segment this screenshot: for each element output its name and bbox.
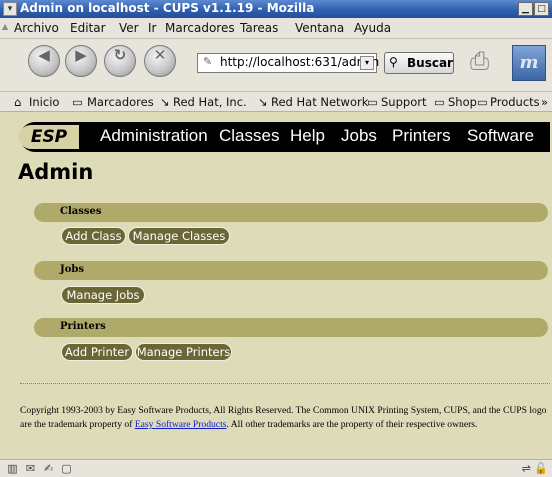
search-button[interactable]: ⚲ Buscar <box>384 52 454 74</box>
copyright-footer: Copyright 1993-2003 by Easy Software Pro… <box>20 404 550 432</box>
chat-icon[interactable]: ▢ <box>60 462 73 475</box>
bookmark-shop[interactable]: Shop <box>448 95 477 109</box>
menu-ventana[interactable]: Ventana <box>295 21 344 35</box>
menu-tareas[interactable]: Tareas <box>240 21 278 35</box>
browser-window: ▾ Admin on localhost - CUPS v1.1.19 - Mo… <box>0 0 552 477</box>
window-title: Admin on localhost - CUPS v1.1.19 - Mozi… <box>20 1 315 15</box>
reload-icon: ↻ <box>113 46 127 64</box>
search-label: Buscar <box>407 56 453 70</box>
manage-jobs-button[interactable]: Manage Jobs <box>61 286 145 304</box>
footer-text-end: . All other trademarks are the property … <box>226 419 478 430</box>
back-arrow-icon: ◀ <box>38 46 50 64</box>
composer-icon[interactable]: ✍ <box>42 462 55 475</box>
menu-bar: ▲ Archivo Editar Ver Ir Marcadores Tarea… <box>0 18 552 39</box>
cups-top-nav: ESP Administration Classes Help Jobs Pri… <box>19 122 550 152</box>
mail-icon[interactable]: ✉ <box>24 462 37 475</box>
menu-ir[interactable]: Ir <box>148 21 156 35</box>
url-text: http://localhost:631/admin <box>220 55 380 69</box>
bookmark-redhat-inc[interactable]: Red Hat, Inc. <box>173 95 247 109</box>
esp-logo[interactable]: ESP <box>19 125 79 149</box>
reload-button[interactable]: ↻ <box>104 45 136 77</box>
mozilla-logo-icon[interactable]: m <box>512 45 546 81</box>
section-header-classes: Classes <box>34 203 548 222</box>
window-menu-icon[interactable]: ▾ <box>3 2 17 16</box>
bookmark-support[interactable]: Support <box>381 95 426 109</box>
manage-printers-button[interactable]: Manage Printers <box>135 343 232 361</box>
nav-jobs[interactable]: Jobs <box>341 126 377 146</box>
nav-printers[interactable]: Printers <box>392 126 451 146</box>
forward-button[interactable]: ▶ <box>65 45 97 77</box>
maximize-icon[interactable]: □ <box>534 2 549 16</box>
nav-help[interactable]: Help <box>290 126 325 146</box>
folder-icon: ▭ <box>367 95 378 109</box>
stop-icon: ✕ <box>153 46 167 64</box>
link-icon: ↘ <box>258 95 268 109</box>
url-field[interactable]: ✎ http://localhost:631/admin ▾ <box>197 53 380 73</box>
menu-ver[interactable]: Ver <box>119 21 139 35</box>
nav-administration[interactable]: Administration <box>100 126 208 146</box>
folder-icon: ▭ <box>72 95 83 109</box>
title-bar: ▾ Admin on localhost - CUPS v1.1.19 - Mo… <box>0 0 552 18</box>
status-bar: ▥ ✉ ✍ ▢ ⇌ 🔓 <box>0 459 552 477</box>
print-icon[interactable]: ⎙ <box>470 47 504 75</box>
add-printer-button[interactable]: Add Printer <box>61 343 133 361</box>
link-icon: ↘ <box>160 95 170 109</box>
folder-icon: ▭ <box>477 95 488 109</box>
menu-editar[interactable]: Editar <box>70 21 106 35</box>
nav-classes[interactable]: Classes <box>219 126 279 146</box>
section-header-printers: Printers <box>34 318 548 337</box>
section-header-jobs: Jobs <box>34 261 548 280</box>
menu-marcadores[interactable]: Marcadores <box>165 21 235 35</box>
divider <box>20 383 550 384</box>
page-title: Admin <box>18 160 94 184</box>
menu-ayuda[interactable]: Ayuda <box>354 21 391 35</box>
add-class-button[interactable]: Add Class <box>61 227 126 245</box>
section-title: Jobs <box>60 264 85 275</box>
folder-icon: ▭ <box>434 95 445 109</box>
menubar-grip-icon[interactable]: ▲ <box>2 22 8 34</box>
manage-classes-button[interactable]: Manage Classes <box>128 227 230 245</box>
section-title: Printers <box>60 321 106 332</box>
minimize-icon[interactable]: ▁ <box>518 2 533 16</box>
section-title: Classes <box>60 206 102 217</box>
back-button[interactable]: ◀ <box>28 45 60 77</box>
url-dropdown-icon[interactable]: ▾ <box>360 56 374 70</box>
nav-software[interactable]: Software <box>467 126 534 146</box>
easy-software-link[interactable]: Easy Software Products <box>135 419 227 430</box>
home-icon: ⌂ <box>14 95 22 109</box>
navigator-icon[interactable]: ▥ <box>6 462 19 475</box>
bookmark-products[interactable]: Products <box>490 95 540 109</box>
bookmark-redhat-network[interactable]: Red Hat Network <box>271 95 368 109</box>
connection-icon: ⇌ 🔓 <box>521 462 548 475</box>
search-icon: ⚲ <box>389 55 398 69</box>
bookmarks-toolbar: ⌂ Inicio ▭ Marcadores ↘ Red Hat, Inc. ↘ … <box>0 92 552 112</box>
menu-archivo[interactable]: Archivo <box>14 21 59 35</box>
page-icon: ✎ <box>203 55 213 68</box>
page-content: ESP Administration Classes Help Jobs Pri… <box>0 112 552 459</box>
navigation-toolbar: ◀ ▶ ↻ ✕ ✎ http://localhost:631/admin ▾ ⚲… <box>0 39 552 92</box>
bookmark-marcadores[interactable]: Marcadores <box>87 95 154 109</box>
forward-arrow-icon: ▶ <box>75 46 87 64</box>
bookmark-inicio[interactable]: Inicio <box>29 95 59 109</box>
stop-button[interactable]: ✕ <box>144 45 176 77</box>
bookmarks-overflow[interactable]: » <box>541 95 548 109</box>
